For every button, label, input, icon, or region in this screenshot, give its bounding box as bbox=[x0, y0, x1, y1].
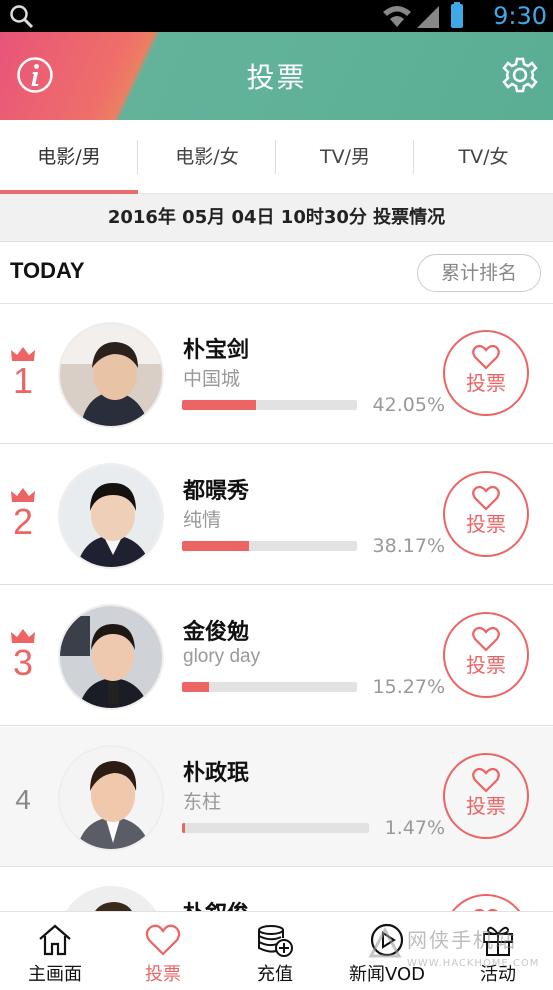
heart-icon bbox=[145, 924, 181, 956]
watermark-url: WWW.HACKHOME.COM bbox=[407, 958, 540, 969]
nav-label: 投票 bbox=[145, 964, 181, 985]
tab-tv-female[interactable]: TV/女 bbox=[414, 120, 553, 194]
vote-button[interactable]: 投票 bbox=[443, 753, 529, 839]
candidate-work: glory day bbox=[183, 646, 261, 667]
search-icon[interactable] bbox=[8, 3, 38, 29]
rank-number: 2 bbox=[12, 501, 34, 542]
candidate-row: 1 朴宝剑 中国城 42.05% 投票 bbox=[0, 304, 553, 444]
avatar bbox=[58, 322, 164, 428]
app-header: 投票 bbox=[0, 32, 553, 120]
nav-home[interactable]: 主画面 bbox=[0, 912, 110, 990]
vote-button-label: 投票 bbox=[466, 512, 506, 536]
vote-button-label: 投票 bbox=[466, 653, 506, 677]
avatar bbox=[58, 604, 164, 710]
vote-button[interactable]: 投票 bbox=[443, 330, 529, 416]
today-bar: TODAY 累计排名 bbox=[0, 242, 553, 304]
watermark-logo-icon bbox=[368, 926, 402, 958]
heart-icon bbox=[472, 626, 500, 652]
candidate-work: 中国城 bbox=[183, 369, 241, 390]
coins-add-icon bbox=[258, 925, 293, 957]
candidate-row: 2 都暻秀 纯情 38.17% 投票 bbox=[0, 445, 553, 585]
candidate-row: 4 朴政珉 东柱 1.47% 投票 bbox=[0, 727, 553, 867]
avatar bbox=[58, 745, 164, 851]
status-bar: 9:30 bbox=[0, 0, 553, 32]
candidate-row: 朴叙俊 投票 bbox=[0, 868, 553, 911]
vote-progress-fill bbox=[182, 400, 256, 410]
rank-badge: 1 bbox=[8, 346, 38, 400]
tab-label: 电影/女 bbox=[175, 146, 239, 168]
candidate-name: 都暻秀 bbox=[183, 479, 250, 504]
vote-progress-fill bbox=[182, 541, 249, 551]
vote-progress-bar bbox=[182, 823, 369, 833]
nav-vote[interactable]: 投票 bbox=[108, 912, 218, 990]
gear-icon[interactable] bbox=[501, 56, 539, 94]
tab-tv-male[interactable]: TV/男 bbox=[276, 120, 414, 194]
avatar bbox=[58, 886, 164, 911]
candidate-name: 朴叙俊 bbox=[183, 896, 249, 911]
nav-recharge[interactable]: 充值 bbox=[220, 912, 330, 990]
vote-button[interactable]: 投票 bbox=[443, 471, 529, 557]
vote-button-label: 投票 bbox=[466, 794, 506, 818]
candidate-list[interactable]: 1 朴宝剑 中国城 42.05% 投票 2 都暻秀 纯情 38.17% 投票 3… bbox=[0, 304, 553, 911]
nav-label: 主画面 bbox=[28, 964, 82, 985]
rank-badge: 4 bbox=[8, 781, 38, 819]
tab-movie-male[interactable]: 电影/男 bbox=[0, 120, 138, 194]
rank-number: 1 bbox=[12, 360, 34, 401]
avatar bbox=[58, 463, 164, 569]
candidate-work: 东柱 bbox=[183, 792, 222, 813]
vote-progress-bar bbox=[182, 541, 357, 551]
candidate-name: 朴政珉 bbox=[183, 761, 250, 786]
vote-button[interactable]: 投票 bbox=[443, 894, 529, 911]
vote-percent: 42.05% bbox=[372, 394, 445, 416]
candidate-name: 金俊勉 bbox=[183, 620, 250, 645]
vote-progress-bar bbox=[182, 400, 357, 410]
rank-number: 4 bbox=[15, 784, 31, 815]
rank-badge: 3 bbox=[8, 628, 38, 682]
cumulative-ranking-button[interactable]: 累计排名 bbox=[417, 254, 541, 292]
tab-label: TV/女 bbox=[458, 146, 509, 168]
vote-percent: 38.17% bbox=[372, 535, 445, 557]
rank-number: 3 bbox=[12, 642, 34, 683]
home-icon bbox=[39, 924, 71, 956]
vote-date-banner: 2016年 05月 04日 10时30分 投票情况 bbox=[0, 194, 553, 242]
tab-movie-female[interactable]: 电影/女 bbox=[138, 120, 276, 194]
page-title: 投票 bbox=[246, 61, 307, 94]
vote-button-label: 投票 bbox=[466, 371, 506, 395]
vote-percent: 15.27% bbox=[372, 676, 445, 698]
vote-progress-fill bbox=[182, 823, 185, 833]
today-label: TODAY bbox=[10, 258, 85, 283]
heart-icon bbox=[472, 767, 500, 793]
candidate-work: 纯情 bbox=[183, 510, 222, 531]
tab-label: 电影/男 bbox=[37, 146, 101, 168]
heart-icon bbox=[472, 344, 500, 370]
rank-badge: 2 bbox=[8, 487, 38, 541]
nav-label: 充值 bbox=[257, 964, 293, 985]
tab-label: TV/男 bbox=[319, 146, 370, 168]
candidate-row: 3 金俊勉 glory day 15.27% 投票 bbox=[0, 586, 553, 726]
signal-battery-icon bbox=[383, 2, 463, 28]
watermark-title: 网侠手机站 bbox=[407, 928, 517, 952]
vote-button[interactable]: 投票 bbox=[443, 612, 529, 698]
vote-percent: 1.47% bbox=[384, 817, 445, 839]
vote-progress-bar bbox=[182, 682, 357, 692]
watermark: 网侠手机站 WWW.HACKHOME.COM bbox=[367, 922, 547, 982]
candidate-name: 朴宝剑 bbox=[183, 338, 250, 363]
category-tabs: 电影/男 电影/女 TV/男 TV/女 bbox=[0, 120, 553, 194]
heart-icon bbox=[472, 485, 500, 511]
clock: 9:30 bbox=[493, 2, 547, 30]
vote-progress-fill bbox=[182, 682, 209, 692]
